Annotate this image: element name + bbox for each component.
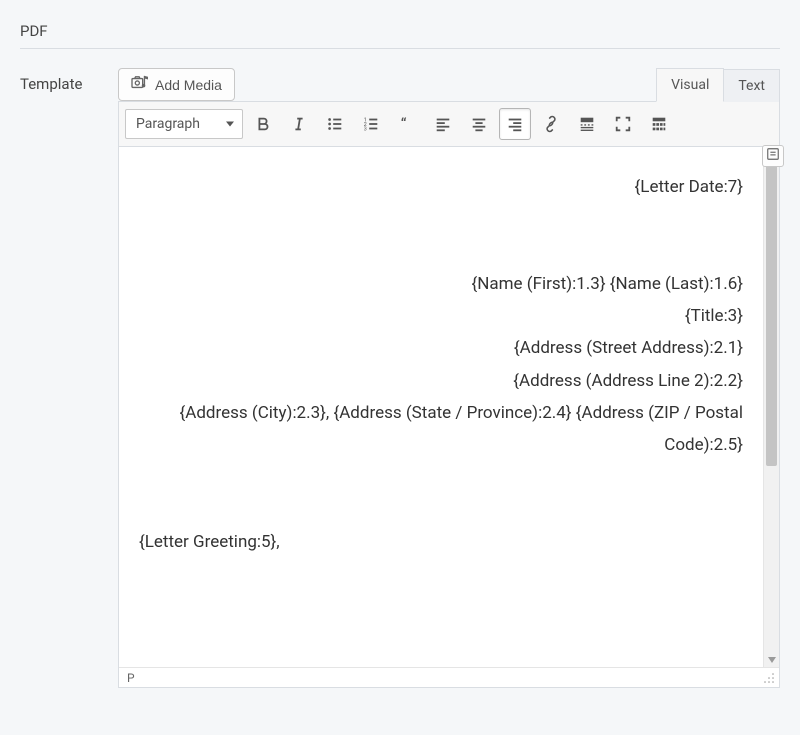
- tab-visual[interactable]: Visual: [656, 68, 724, 102]
- italic-button[interactable]: [283, 108, 315, 140]
- align-center-icon: [470, 115, 488, 133]
- content-title: {Title:3}: [139, 300, 743, 332]
- align-left-button[interactable]: [427, 108, 459, 140]
- format-dropdown-label: Paragraph: [136, 116, 200, 132]
- merge-tags-icon: [766, 147, 780, 165]
- svg-text:3: 3: [364, 126, 367, 132]
- editor-toolbar: Paragraph: [119, 102, 779, 147]
- fullscreen-icon: [614, 115, 632, 133]
- resize-handle-icon[interactable]: [763, 672, 775, 684]
- editor-container: Paragraph: [118, 101, 780, 688]
- editor-topbar: Add Media Visual Text: [118, 67, 780, 101]
- content-citystate: {Address (City):2.3}, {Address (State / …: [139, 397, 743, 462]
- format-dropdown[interactable]: Paragraph: [125, 109, 243, 139]
- template-label: Template: [20, 67, 118, 93]
- editor-tabs: Visual Text: [656, 67, 780, 101]
- scroll-down-arrow[interactable]: [764, 653, 779, 667]
- italic-icon: [290, 115, 308, 133]
- numbered-list-button[interactable]: 123: [355, 108, 387, 140]
- content-letter-date: {Letter Date:7}: [139, 171, 743, 203]
- content-street: {Address (Street Address):2.1}: [139, 332, 743, 364]
- insert-more-icon: [578, 115, 596, 133]
- editor-statusbar: P: [119, 667, 779, 687]
- add-media-label: Add Media: [155, 77, 222, 93]
- status-path: P: [127, 671, 135, 685]
- content-greeting: {Letter Greeting:5},: [139, 526, 743, 558]
- content-name: {Name (First):1.3} {Name (Last):1.6}: [139, 268, 743, 300]
- align-right-icon: [506, 115, 524, 133]
- editor-scrollbar[interactable]: [763, 147, 779, 667]
- align-right-button[interactable]: [499, 108, 531, 140]
- toolbar-toggle-icon: [650, 115, 668, 133]
- insert-more-button[interactable]: [571, 108, 603, 140]
- section-title: PDF: [20, 10, 780, 49]
- align-center-button[interactable]: [463, 108, 495, 140]
- template-row: Template Add Media Visual: [20, 67, 780, 688]
- fullscreen-button[interactable]: [607, 108, 639, 140]
- editor-body-wrap: {Letter Date:7} {Name (First):1.3} {Name…: [119, 147, 779, 667]
- bold-button[interactable]: [247, 108, 279, 140]
- blockquote-button[interactable]: “: [391, 108, 423, 140]
- link-button[interactable]: [535, 108, 567, 140]
- toolbar-toggle-button[interactable]: [643, 108, 675, 140]
- add-media-button[interactable]: Add Media: [118, 68, 235, 101]
- align-left-icon: [434, 115, 452, 133]
- tab-text[interactable]: Text: [724, 69, 780, 102]
- blockquote-icon: “: [398, 115, 416, 133]
- camera-music-icon: [131, 75, 149, 94]
- chevron-down-icon: [226, 122, 234, 127]
- scroll-track[interactable]: [764, 161, 779, 653]
- bold-icon: [254, 115, 272, 133]
- bullet-list-icon: [326, 115, 344, 133]
- link-icon: [542, 115, 560, 133]
- scroll-thumb[interactable]: [766, 161, 777, 466]
- numbered-list-icon: 123: [362, 115, 380, 133]
- svg-text:“: “: [401, 116, 407, 133]
- editor-column: Add Media Visual Text Paragraph: [118, 67, 780, 688]
- merge-tags-button[interactable]: [762, 145, 784, 167]
- bullet-list-button[interactable]: [319, 108, 351, 140]
- editor-content[interactable]: {Letter Date:7} {Name (First):1.3} {Name…: [119, 147, 763, 667]
- content-addr2: {Address (Address Line 2):2.2}: [139, 365, 743, 397]
